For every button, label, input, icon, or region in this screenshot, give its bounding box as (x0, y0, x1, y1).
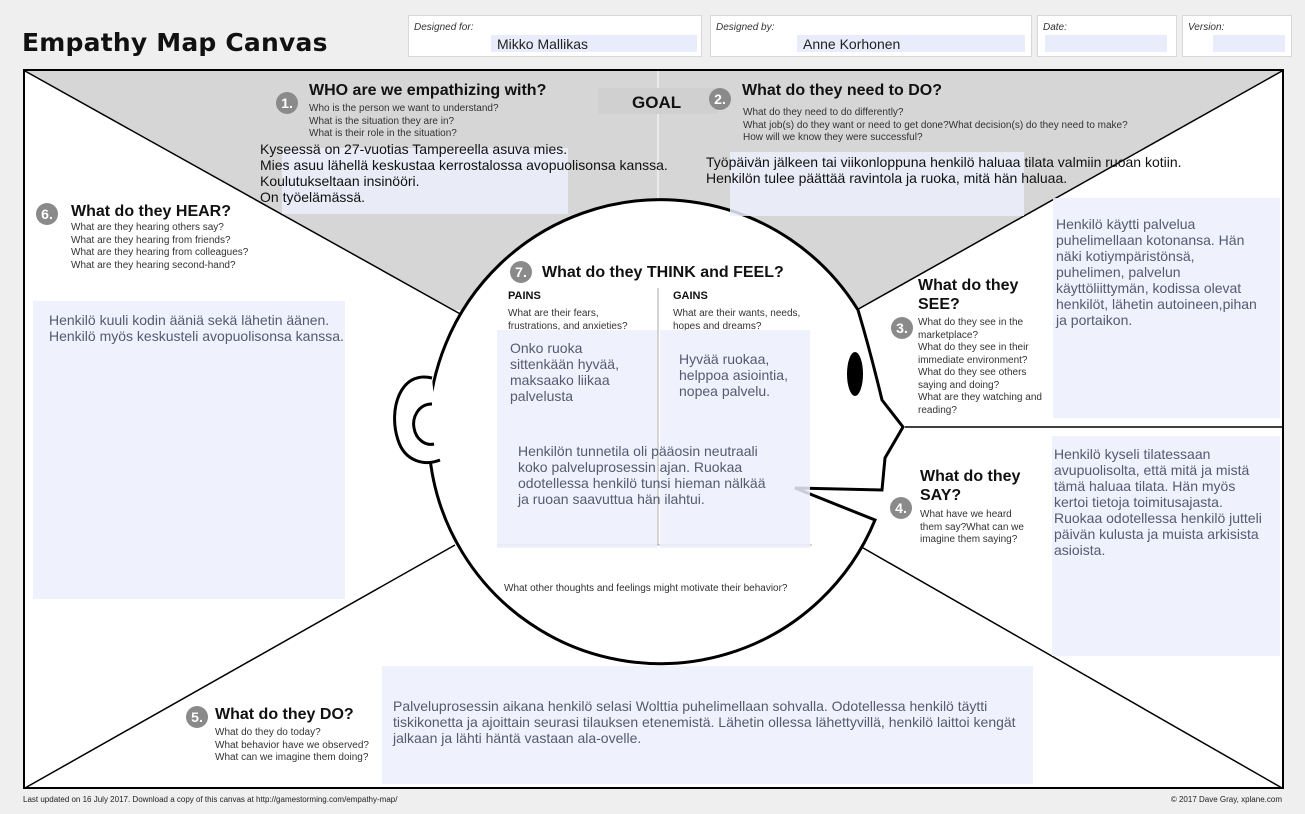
do-number: 5. (186, 706, 208, 728)
hear-title: What do they HEAR? (71, 203, 231, 220)
do-need-question: What do they need to do differently? (743, 107, 904, 118)
hear-number: 6. (36, 203, 58, 225)
who-number: 1. (276, 92, 298, 114)
who-answer[interactable]: Kyseessä on 27-vuotias Tampereella asuva… (260, 141, 700, 205)
who-questions: Who is the person we want to understand?… (309, 103, 589, 141)
who-answer-line: Kyseessä on 27-vuotias Tampereella asuva… (260, 141, 568, 157)
do-title: What do they DO? (215, 706, 354, 723)
gains-label: GAINS (673, 290, 708, 302)
do-question: What can we imagine them doing? (215, 752, 369, 763)
eye (847, 352, 863, 396)
do-need-answer[interactable]: Työpäivän jälkeen tai viikonloppuna henk… (706, 154, 1226, 186)
do-need-question: What job(s) do they want or need to get … (743, 119, 1128, 131)
hear-question: What are they hearing from colleagues?Wh… (71, 247, 249, 271)
hear-question: What are they hearing others say? (71, 222, 224, 233)
do-need-number: 2. (709, 88, 731, 110)
footer-left: Last updated on 16 July 2017. Download a… (23, 795, 398, 804)
hear-question: What are they hearing from friends? (71, 234, 231, 246)
do-need-question: How will we know they were successful? (743, 132, 923, 143)
gains-answer[interactable]: Hyvää ruokaa, helppoa asiointia, nopea p… (679, 351, 807, 399)
footer-right: © 2017 Dave Gray, xplane.com (1170, 795, 1282, 804)
do-question: What do they do today? (215, 727, 321, 738)
see-answer[interactable]: Henkilö käytti palvelua puhelimellaan ko… (1056, 216, 1266, 328)
do-need-questions: What do they need to do differently? Wha… (743, 107, 1163, 145)
see-question: What are they watching and reading? (918, 392, 1042, 416)
see-question: What do they see others saying and doing… (918, 367, 1027, 391)
pains-label: PAINS (508, 290, 541, 302)
who-answer-line: Mies asuu lähellä keskustaa kerrostaloss… (260, 157, 668, 173)
think-title: What do they THINK and FEEL? (542, 264, 784, 281)
pains-answer[interactable]: Onko ruoka sittenkään hyvää, maksaako li… (510, 340, 648, 404)
who-title: WHO are we empathizing with? (309, 82, 547, 99)
see-number: 3. (891, 317, 913, 339)
do-need-title: What do they need to DO? (742, 82, 942, 99)
who-answer-line: On työelämässä. (260, 189, 366, 205)
who-question: What is their role in the situation? (309, 128, 457, 139)
say-answer[interactable]: Henkilö kyseli tilatessaan avupuolisolta… (1054, 446, 1264, 558)
hear-questions: What are they hearing others say? What a… (71, 222, 249, 272)
hear-answer[interactable]: Henkilö kuuli kodin ääniä sekä lähetin ä… (49, 312, 369, 344)
see-questions: What do they see in the marketplace? Wha… (918, 317, 1056, 417)
do-question: What behavior have we observed? (215, 739, 369, 751)
do-need-answer-line: Työpäivän jälkeen tai viikonloppuna henk… (706, 154, 1182, 170)
hear-note-bg (33, 301, 345, 599)
say-questions: What have we heard them say?What can we … (920, 509, 1024, 545)
say-number: 4. (890, 497, 912, 519)
who-answer-line: Koulutukseltaan insinööri. (260, 173, 420, 189)
see-title: What do they SEE? (918, 277, 1019, 313)
say-title: What do they SAY? (920, 468, 1021, 504)
who-question: What is the situation they are in? (309, 115, 455, 127)
see-question: What do they see in the marketplace? (918, 317, 1024, 341)
do-questions: What do they do today? What behavior hav… (215, 727, 385, 765)
goal-label: GOAL (632, 93, 682, 112)
do-answer[interactable]: Palveluprosessin aikana henkilö selasi W… (393, 698, 1029, 746)
think-number: 7. (510, 261, 532, 283)
see-question: What do they see in their immediate envi… (918, 342, 1029, 366)
who-question: Who is the person we want to understand? (309, 103, 499, 114)
do-need-answer-line: Henkilön tulee päättää ravintola ja ruok… (706, 170, 1068, 186)
feeling-answer[interactable]: Henkilön tunnetila oli pääosin neutraali… (518, 443, 780, 507)
think-bottom-question: What other thoughts and feelings might m… (504, 583, 788, 594)
